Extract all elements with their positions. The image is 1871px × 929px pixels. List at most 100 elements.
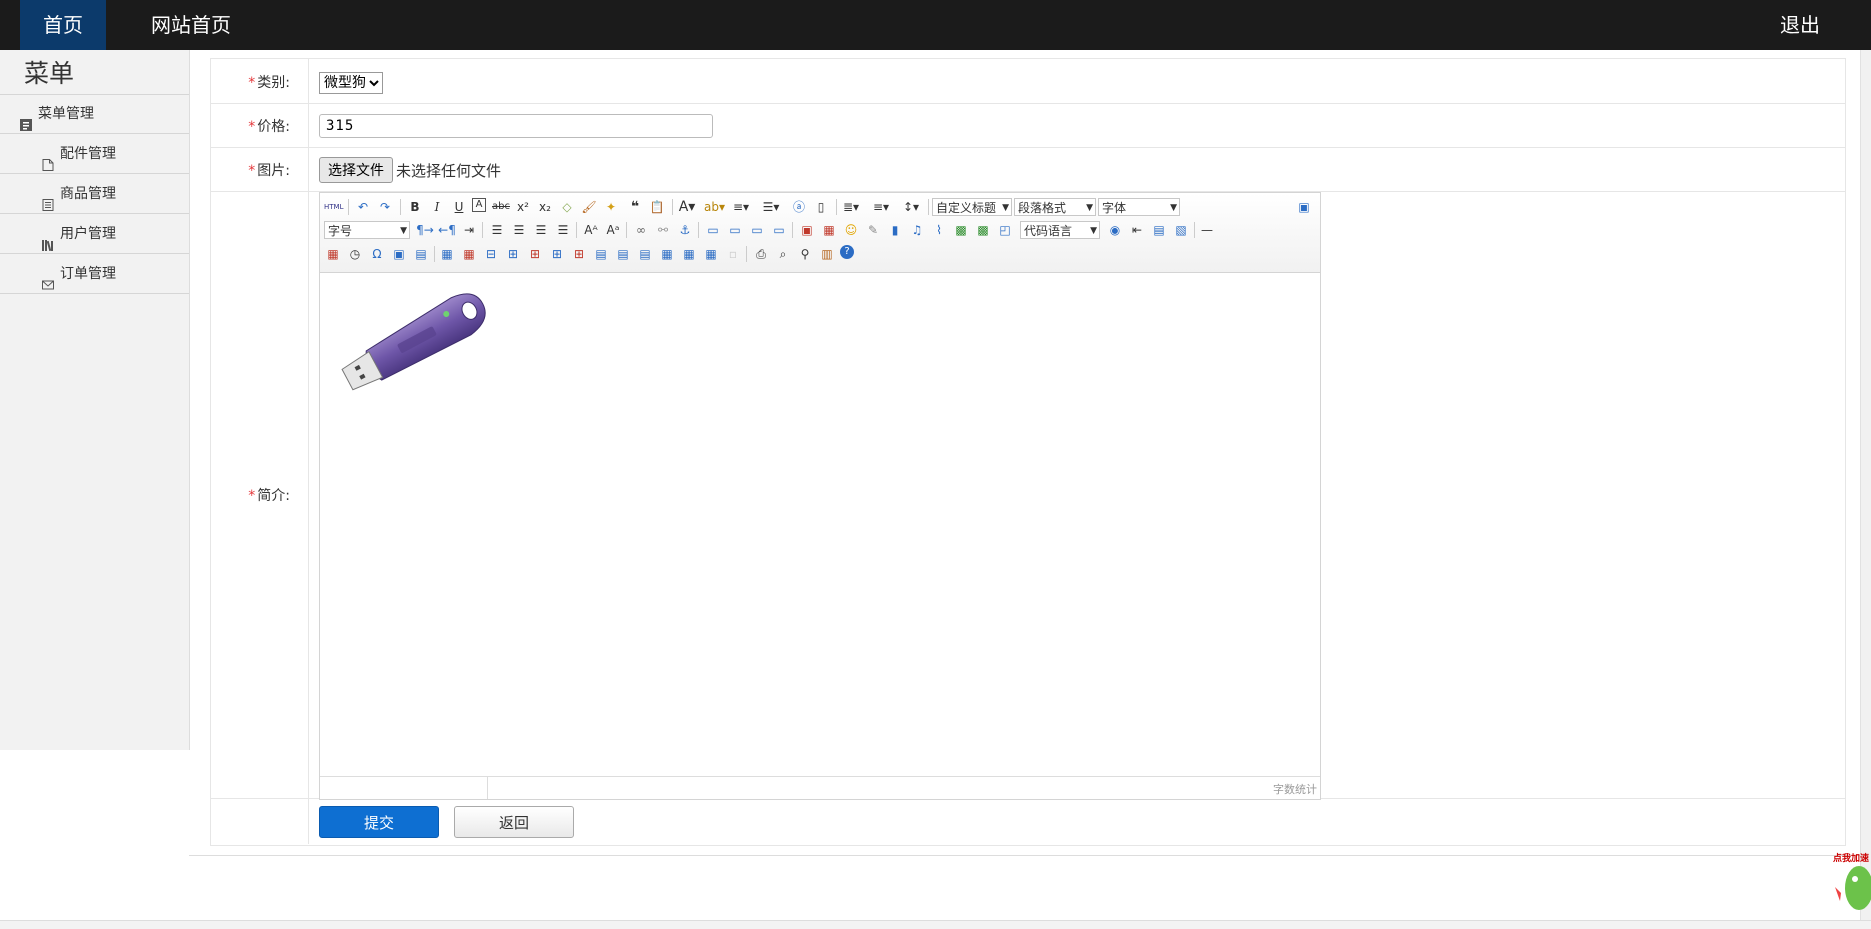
undo-icon[interactable]: ↶ bbox=[354, 198, 372, 216]
anchor-icon[interactable]: ⚓ bbox=[676, 221, 694, 239]
format-brush-icon[interactable]: 🖌 bbox=[580, 198, 598, 216]
split-cols-icon[interactable]: ▦ bbox=[702, 245, 720, 263]
paragraph-format-dropdown[interactable]: 段落格式 ▼ bbox=[1014, 198, 1096, 216]
fullscreen-icon[interactable]: ▣ bbox=[1295, 198, 1313, 216]
template-icon[interactable]: ◉ bbox=[1106, 221, 1124, 239]
blockquote-icon[interactable]: ❝ bbox=[626, 198, 644, 216]
delete-row-icon[interactable]: ⊞ bbox=[526, 245, 544, 263]
ordered-list-icon[interactable]: ≡▾ bbox=[732, 198, 750, 216]
word-image-icon[interactable]: ▧ bbox=[1172, 221, 1190, 239]
snapscreen-icon[interactable]: ▣ bbox=[390, 245, 408, 263]
redo-icon[interactable]: ↷ bbox=[376, 198, 394, 216]
unordered-list-icon[interactable]: ☰▾ bbox=[762, 198, 780, 216]
google-map-icon[interactable]: ▩ bbox=[974, 221, 992, 239]
nav-home-link[interactable]: 首页 bbox=[20, 0, 106, 50]
row-spacing-bottom-icon[interactable]: ≡▾ bbox=[872, 198, 890, 216]
page-scrollbar[interactable] bbox=[1860, 50, 1871, 920]
preview-icon[interactable]: ⌕ bbox=[774, 245, 792, 263]
lowercase-icon[interactable]: Aᵃ bbox=[604, 221, 622, 239]
horizontal-rule-icon[interactable]: — bbox=[1198, 221, 1216, 239]
accelerate-widget[interactable]: 点我加速 bbox=[1831, 843, 1871, 920]
superscript-icon[interactable]: x² bbox=[514, 198, 532, 216]
image-right-icon[interactable]: ▭ bbox=[748, 221, 766, 239]
choose-file-button[interactable]: 选择文件 bbox=[319, 157, 393, 183]
delete-col-icon[interactable]: ⊞ bbox=[570, 245, 588, 263]
unlink-icon[interactable]: ⚯ bbox=[654, 221, 672, 239]
wordimage-icon[interactable]: ▤ bbox=[412, 245, 430, 263]
drafts-icon[interactable]: ▥ bbox=[818, 245, 836, 263]
merge-right-icon[interactable]: ▤ bbox=[614, 245, 632, 263]
submit-button[interactable]: 提交 bbox=[319, 806, 439, 838]
eraser-icon[interactable]: ◇ bbox=[558, 198, 576, 216]
auto-typeset-icon[interactable]: ✦ bbox=[602, 198, 620, 216]
insert-frame-icon[interactable]: ◰ bbox=[996, 221, 1014, 239]
sidebar-item-menu-management[interactable]: 菜单管理 bbox=[0, 95, 189, 134]
special-char-icon[interactable]: Ω bbox=[368, 245, 386, 263]
insert-row-icon[interactable]: ⊞ bbox=[504, 245, 522, 263]
date-icon[interactable]: ▦ bbox=[324, 245, 342, 263]
sidebar-item-parts[interactable]: 配件管理 bbox=[0, 135, 189, 174]
insert-paragraph-icon[interactable]: ⊟ bbox=[482, 245, 500, 263]
nav-site-home-link[interactable]: 网站首页 bbox=[128, 0, 254, 50]
font-border-icon[interactable]: A bbox=[472, 198, 486, 212]
custom-heading-dropdown[interactable]: 自定义标题 ▼ bbox=[932, 198, 1012, 216]
attachment-icon[interactable]: ⌇ bbox=[930, 221, 948, 239]
paste-plain-icon[interactable]: 📋 bbox=[648, 198, 666, 216]
rtl-icon[interactable]: ←¶ bbox=[438, 221, 456, 239]
subscript-icon[interactable]: x₂ bbox=[536, 198, 554, 216]
font-size-dropdown[interactable]: 字号 ▼ bbox=[324, 221, 410, 239]
ltr-icon[interactable]: ¶→ bbox=[416, 221, 434, 239]
image-none-icon[interactable]: ▭ bbox=[704, 221, 722, 239]
scrawl-icon[interactable]: ✎ bbox=[864, 221, 882, 239]
back-button[interactable]: 返回 bbox=[454, 806, 574, 838]
merge-down-icon[interactable]: ▤ bbox=[636, 245, 654, 263]
merge-cells-icon[interactable]: ▤ bbox=[592, 245, 610, 263]
chart-icon[interactable]: ▫ bbox=[724, 245, 742, 263]
line-height-icon[interactable]: ↕▾ bbox=[902, 198, 920, 216]
strikethrough-icon[interactable]: abc bbox=[492, 198, 510, 216]
pagebreak-icon[interactable]: ⇤ bbox=[1128, 221, 1146, 239]
bold-icon[interactable]: B bbox=[406, 198, 424, 216]
search-replace-icon[interactable]: ⚲ bbox=[796, 245, 814, 263]
italic-icon[interactable]: I bbox=[428, 198, 446, 216]
align-right-icon[interactable]: ☰ bbox=[532, 221, 550, 239]
font-family-dropdown[interactable]: 字体 ▼ bbox=[1098, 198, 1180, 216]
insert-table-icon[interactable]: ▦ bbox=[438, 245, 456, 263]
font-color-icon[interactable]: A▾ bbox=[678, 198, 696, 216]
underline-icon[interactable]: U bbox=[450, 198, 468, 216]
link-icon[interactable]: ∞ bbox=[632, 221, 650, 239]
logout-link[interactable]: 退出 bbox=[1775, 0, 1825, 50]
music-icon[interactable]: ♫ bbox=[908, 221, 926, 239]
uppercase-icon[interactable]: Aᴬ bbox=[582, 221, 600, 239]
select-all-icon[interactable]: ⓐ bbox=[790, 198, 808, 216]
simple-upload-icon[interactable]: ▣ bbox=[798, 221, 816, 239]
html-source-icon[interactable]: HTML bbox=[324, 198, 343, 216]
print-icon[interactable]: ⎙ bbox=[752, 245, 770, 263]
code-language-dropdown[interactable]: 代码语言 ▼ bbox=[1020, 221, 1100, 239]
background-icon[interactable]: ▤ bbox=[1150, 221, 1168, 239]
image-left-icon[interactable]: ▭ bbox=[726, 221, 744, 239]
price-input[interactable] bbox=[319, 114, 713, 138]
sidebar-item-orders[interactable]: 订单管理 bbox=[0, 255, 189, 294]
sidebar-item-products[interactable]: 商品管理 bbox=[0, 175, 189, 214]
insert-col-icon[interactable]: ⊞ bbox=[548, 245, 566, 263]
sidebar-item-users[interactable]: 用户管理 bbox=[0, 215, 189, 254]
delete-table-icon[interactable]: ▦ bbox=[460, 245, 478, 263]
category-select[interactable]: 微型狗 bbox=[319, 72, 383, 94]
help-icon[interactable]: ? bbox=[840, 245, 854, 259]
clear-doc-icon[interactable]: ▯ bbox=[812, 198, 830, 216]
image-center-icon[interactable]: ▭ bbox=[770, 221, 788, 239]
align-center-icon[interactable]: ☰ bbox=[510, 221, 528, 239]
split-rows-icon[interactable]: ▦ bbox=[680, 245, 698, 263]
emotion-icon[interactable]: ☺ bbox=[842, 221, 860, 239]
align-left-icon[interactable]: ☰ bbox=[488, 221, 506, 239]
justify-icon[interactable]: ☰ bbox=[554, 221, 572, 239]
indent-icon[interactable]: ⇥ bbox=[460, 221, 478, 239]
map-icon[interactable]: ▩ bbox=[952, 221, 970, 239]
split-cells-icon[interactable]: ▦ bbox=[658, 245, 676, 263]
insert-video-icon[interactable]: ▮ bbox=[886, 221, 904, 239]
row-spacing-top-icon[interactable]: ≣▾ bbox=[842, 198, 860, 216]
insert-image-icon[interactable]: ▦ bbox=[820, 221, 838, 239]
highlight-color-icon[interactable]: ab▾ bbox=[704, 198, 725, 216]
time-icon[interactable]: ◷ bbox=[346, 245, 364, 263]
